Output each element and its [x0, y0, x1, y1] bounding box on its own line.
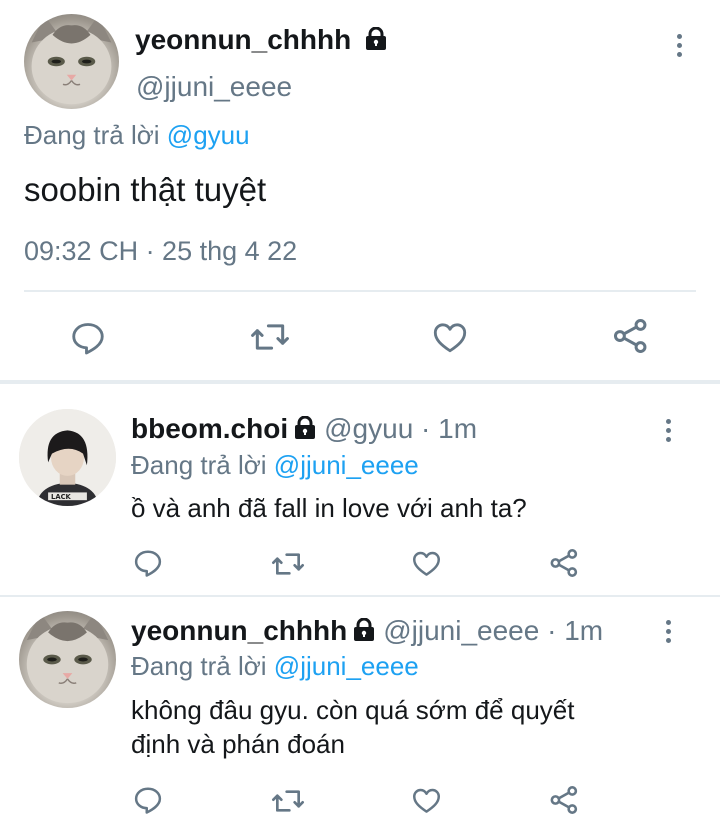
time-ago: · 1m — [547, 615, 604, 646]
reply-context: Đang trả lời @jjuni_eeee — [131, 450, 419, 481]
reply-to-link[interactable]: @jjuni_eeee — [274, 651, 419, 681]
tweet-text-line: định và phán đoán — [131, 729, 345, 759]
comment-icon[interactable] — [133, 548, 163, 578]
avatar[interactable] — [24, 14, 119, 109]
tweet-text: ồ và anh đã fall in love với anh ta? — [131, 493, 527, 523]
divider — [0, 595, 720, 597]
comment-icon[interactable] — [133, 785, 163, 815]
tweet-text: soobin thật tuyệt — [24, 171, 267, 208]
display-name[interactable]: yeonnun_chhhh — [131, 615, 347, 646]
reply-prefix: Đang trả lời — [131, 651, 267, 681]
share-icon[interactable] — [549, 547, 580, 579]
share-icon[interactable] — [549, 784, 580, 816]
avatar[interactable] — [19, 611, 116, 708]
handle[interactable]: @jjuni_eeee — [383, 615, 539, 646]
more-vertical-icon[interactable] — [666, 620, 671, 647]
reply-header: yeonnun_chhhh @jjuni_eeee · 1m — [131, 615, 603, 649]
display-name[interactable]: bbeom.choi — [131, 413, 288, 444]
cat-avatar-image — [26, 612, 109, 704]
display-name-text: yeonnun_chhhh — [135, 24, 352, 55]
reply-context: Đang trả lời @jjuni_eeee — [131, 651, 419, 682]
heart-icon[interactable] — [411, 786, 442, 816]
cat-avatar-image — [31, 15, 112, 105]
tweet-text-line: không đâu gyu. còn quá sớm để quyết — [131, 695, 575, 725]
comment-icon[interactable] — [70, 320, 106, 356]
handle[interactable]: @jjuni_eeee — [136, 71, 292, 103]
reply-prefix: Đang trả lời — [131, 450, 267, 480]
display-name[interactable]: yeonnun_chhhh — [135, 24, 387, 58]
heart-icon[interactable] — [431, 320, 469, 356]
reply-context: Đang trả lời @gyuu — [24, 120, 250, 151]
lock-icon — [294, 415, 316, 447]
section-divider — [0, 380, 720, 384]
more-vertical-icon[interactable] — [677, 34, 682, 61]
more-vertical-icon[interactable] — [666, 419, 671, 446]
lock-icon — [365, 26, 387, 58]
timestamp[interactable]: 09:32 CH · 25 thg 4 22 — [24, 236, 297, 267]
main-tweet: yeonnun_chhhh @jjuni_eeee Đang trả lời @… — [0, 0, 720, 382]
svg-text:LACK: LACK — [51, 493, 72, 501]
handle[interactable]: @gyuu — [324, 413, 413, 444]
reply-header: bbeom.choi @gyuu · 1m — [131, 413, 477, 447]
reply-to-link[interactable]: @jjuni_eeee — [274, 450, 419, 480]
avatar[interactable]: LACK — [19, 409, 116, 506]
retweet-icon[interactable] — [271, 785, 305, 817]
reply-prefix: Đang trả lời — [24, 120, 160, 150]
reply-to-link[interactable]: @gyuu — [167, 120, 250, 150]
heart-icon[interactable] — [411, 549, 442, 579]
lock-icon — [353, 617, 375, 649]
share-icon[interactable] — [612, 317, 650, 355]
time-ago: · 1m — [421, 413, 478, 444]
retweet-icon[interactable] — [250, 318, 290, 356]
retweet-icon[interactable] — [271, 548, 305, 580]
person-avatar-image: LACK — [19, 409, 116, 506]
divider — [24, 290, 696, 292]
